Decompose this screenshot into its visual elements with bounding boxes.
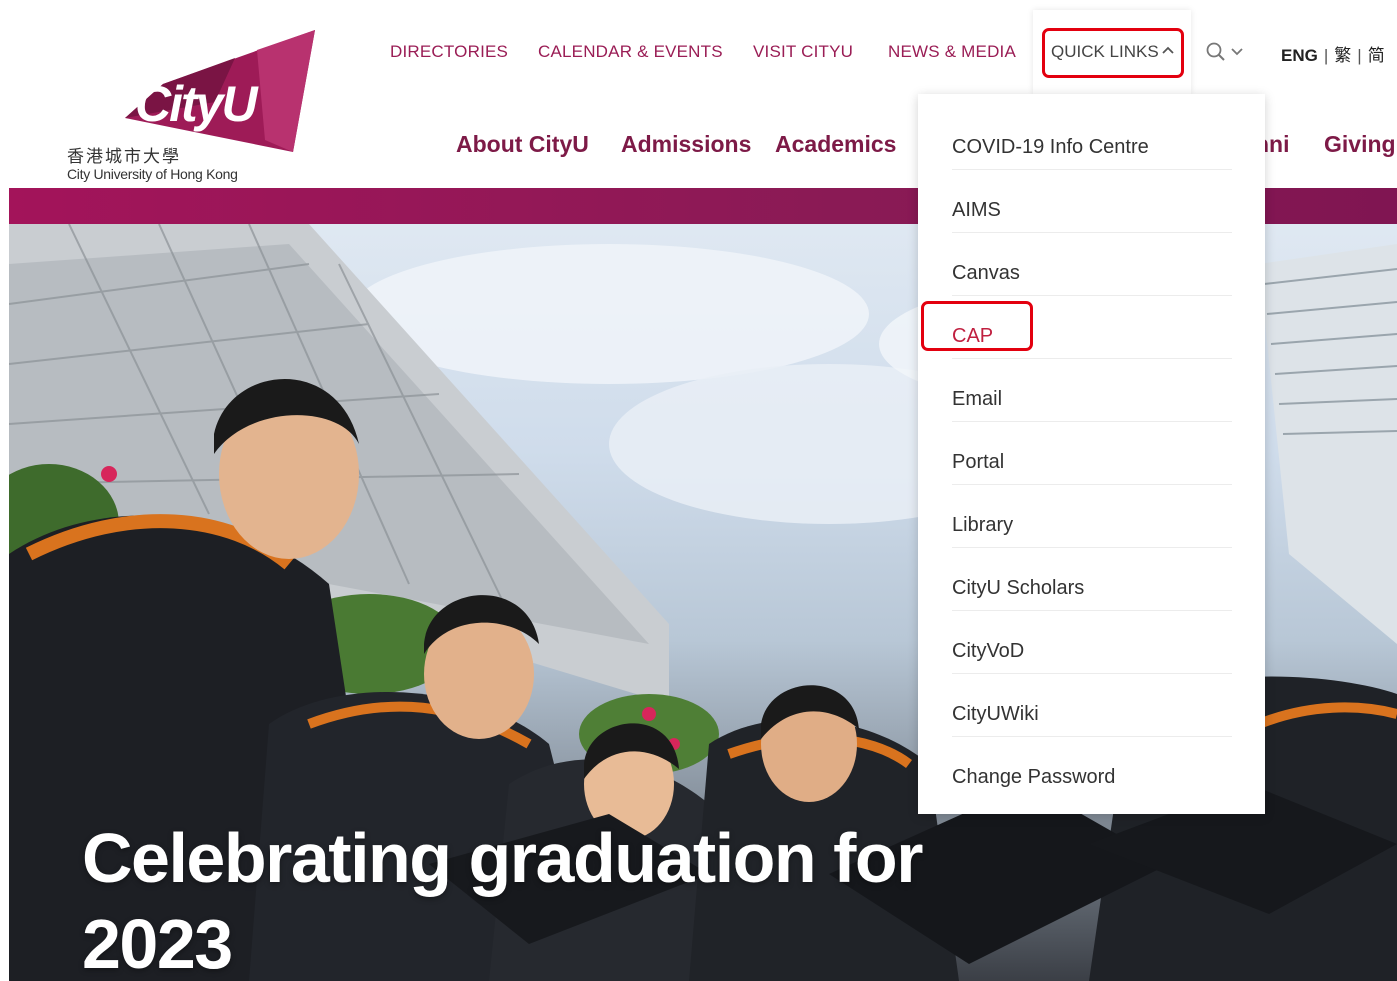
logo-text: CityU [135,76,259,132]
quick-link-cityu-scholars[interactable]: CityU Scholars [952,548,1232,611]
lang-traditional[interactable]: 繁 [1334,46,1351,66]
quick-link-covid[interactable]: COVID-19 Info Centre [952,107,1232,170]
university-name-english: City University of Hong Kong [67,166,238,182]
lang-simplified[interactable]: 简 [1368,46,1385,66]
lang-eng[interactable]: ENG [1281,46,1318,65]
chevron-down-icon[interactable] [1231,47,1243,57]
language-switcher: ENG | 繁 | 简 [1281,46,1385,66]
cityu-logo-mark: CityU [125,30,315,152]
nav-news-media[interactable]: NEWS & MEDIA [888,42,1016,62]
main-nav-admissions[interactable]: Admissions [621,131,751,158]
nav-directories[interactable]: DIRECTORIES [390,42,508,62]
hero-headline-line1: Celebrating graduation for [82,819,923,897]
quick-link-email[interactable]: Email [952,359,1232,422]
search-icon[interactable] [1206,42,1226,62]
nav-visit-cityu[interactable]: VISIT CITYU [753,42,853,62]
main-nav-about[interactable]: About CityU [456,131,589,158]
university-name-chinese: 香港城市大學 [67,147,181,167]
quick-link-canvas[interactable]: Canvas [952,233,1232,296]
main-nav-academics[interactable]: Academics [775,131,896,158]
quick-link-aims[interactable]: AIMS [952,170,1232,233]
nav-calendar-events[interactable]: CALENDAR & EVENTS [538,42,723,62]
quick-link-library[interactable]: Library [952,485,1232,548]
quick-link-cityvod[interactable]: CityVoD [952,611,1232,674]
hero-headline[interactable]: Celebrating graduation for 2023 [82,815,1062,981]
quick-link-change-password[interactable]: Change Password [952,737,1232,800]
hero-headline-line2: 2023 [82,905,233,981]
cityu-homepage: CityU 香港城市大學 City University of Hong Kon… [9,0,1397,981]
quick-link-portal[interactable]: Portal [952,422,1232,485]
highlight-cap [921,301,1033,351]
highlight-quick-links [1042,28,1184,78]
quick-links-dropdown: COVID-19 Info Centre AIMS Canvas CAP Ema… [918,94,1265,814]
cityu-logo[interactable]: CityU 香港城市大學 City University of Hong Kon… [67,30,317,190]
quick-link-cityuwiki[interactable]: CityUWiki [952,674,1232,737]
main-nav-giving[interactable]: Giving [1324,131,1396,158]
